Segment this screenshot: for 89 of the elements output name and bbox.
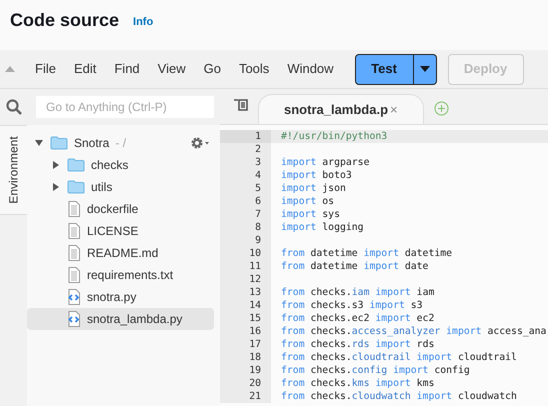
code-line: from checks.config import config (281, 365, 470, 376)
line-number: 17 (220, 338, 271, 351)
code-line: import argparse (281, 157, 370, 168)
line-number: 3 (220, 156, 271, 169)
line-number: 7 (220, 208, 271, 221)
list-icon[interactable] (234, 99, 248, 111)
line-number: 2 (220, 143, 271, 156)
menu-item[interactable]: Find (114, 59, 140, 79)
caret-right-icon[interactable] (52, 183, 60, 191)
line-number: 4 (220, 169, 271, 182)
code-line: #!/usr/bin/python3 (281, 131, 388, 142)
tree-item[interactable]: snotra.py (27, 286, 214, 308)
document-icon (67, 245, 81, 261)
code-line: from checks.iam import iam (281, 287, 434, 298)
file-name: snotra_lambda.py (87, 311, 182, 328)
menu-item[interactable]: Edit (74, 59, 96, 79)
tree-item[interactable]: requirements.txt (27, 264, 214, 286)
settings-icon[interactable] (190, 136, 210, 150)
folder-icon (67, 180, 85, 194)
line-number: 1 (220, 130, 271, 143)
line-number: 18 (220, 351, 271, 364)
line-number: 12 (220, 273, 271, 286)
tree-item[interactable]: Snotra - / (27, 132, 214, 154)
menu-item[interactable]: Go (204, 59, 221, 79)
line-number: 16 (220, 325, 271, 338)
code-line: import os (281, 196, 334, 207)
folder-icon (50, 136, 68, 150)
document-icon (67, 267, 81, 283)
code-line: from datetime import datetime (281, 248, 452, 259)
line-number: 14 (220, 299, 271, 312)
test-dropdown-button[interactable] (414, 54, 437, 84)
file-name: Snotra (74, 135, 110, 152)
menu-item[interactable]: Window (287, 59, 334, 79)
line-number: 21 (220, 390, 271, 403)
document-icon (67, 201, 81, 217)
tree-item[interactable]: utils (27, 176, 214, 198)
file-name: checks (91, 157, 128, 174)
code-editor[interactable] (220, 125, 548, 406)
code-line: import sys (281, 209, 340, 220)
line-number: 11 (220, 260, 271, 273)
tree-item[interactable]: README.md (27, 242, 214, 264)
line-number: 9 (220, 234, 271, 247)
code-line: import boto3 (281, 170, 352, 181)
code-line: from checks.cloudtrail import cloudtrail (281, 352, 517, 363)
line-number: 20 (220, 377, 271, 390)
code-file-icon (67, 289, 81, 305)
search-icon[interactable] (6, 99, 22, 115)
folder-icon (67, 158, 85, 172)
search-field[interactable]: Go to Anything (Ctrl-P) (36, 96, 214, 118)
menu-item[interactable]: Tools (238, 59, 270, 79)
code-line: from checks.ec2 import ec2 (281, 313, 434, 324)
info-link[interactable]: Info (133, 14, 154, 30)
code-line: import logging (281, 222, 364, 233)
file-name: README.md (87, 245, 158, 262)
code-line: from checks.kms import kms (281, 378, 434, 389)
code-file-icon (67, 311, 81, 327)
code-line: from checks.s3 import s3 (281, 300, 423, 311)
line-number: 5 (220, 182, 271, 195)
menu-item[interactable]: View (158, 59, 186, 79)
file-name: LICENSE (87, 223, 138, 240)
side-tab[interactable]: Environment (0, 125, 27, 215)
code-line: from checks.cloudwatch import cloudwatch (281, 391, 517, 402)
caret-down-icon (420, 66, 430, 72)
page-title: Code source (10, 9, 120, 32)
file-name: utils (91, 179, 112, 196)
test-button[interactable]: Test (354, 54, 414, 84)
line-number: 6 (220, 195, 271, 208)
file-name: snotra.py (87, 289, 136, 306)
tree-item[interactable]: dockerfile (27, 198, 214, 220)
line-number: 8 (220, 221, 271, 234)
tree-item[interactable]: snotra_lambda.py (27, 308, 214, 330)
line-number: 19 (220, 364, 271, 377)
line-number: 15 (220, 312, 271, 325)
code-line: from datetime import date (281, 261, 428, 272)
file-name: requirements.txt (87, 267, 174, 284)
code-line: import json (281, 183, 346, 194)
code-line: from checks.rds import rds (281, 339, 434, 350)
path-suffix: - / (115, 135, 126, 152)
code-line: from checks.access_analyzer import access_ana (281, 326, 546, 337)
editor-tab[interactable]: snotra_lambda.p× (258, 94, 424, 124)
document-icon (67, 223, 81, 239)
line-number: 10 (220, 247, 271, 260)
caret-down-icon[interactable] (35, 139, 43, 147)
file-name: dockerfile (87, 201, 138, 218)
tree-item[interactable]: checks (27, 154, 214, 176)
line-number: 13 (220, 286, 271, 299)
tree-item[interactable]: LICENSE (27, 220, 214, 242)
caret-right-icon[interactable] (52, 161, 60, 169)
menu-item[interactable]: File (35, 59, 56, 79)
